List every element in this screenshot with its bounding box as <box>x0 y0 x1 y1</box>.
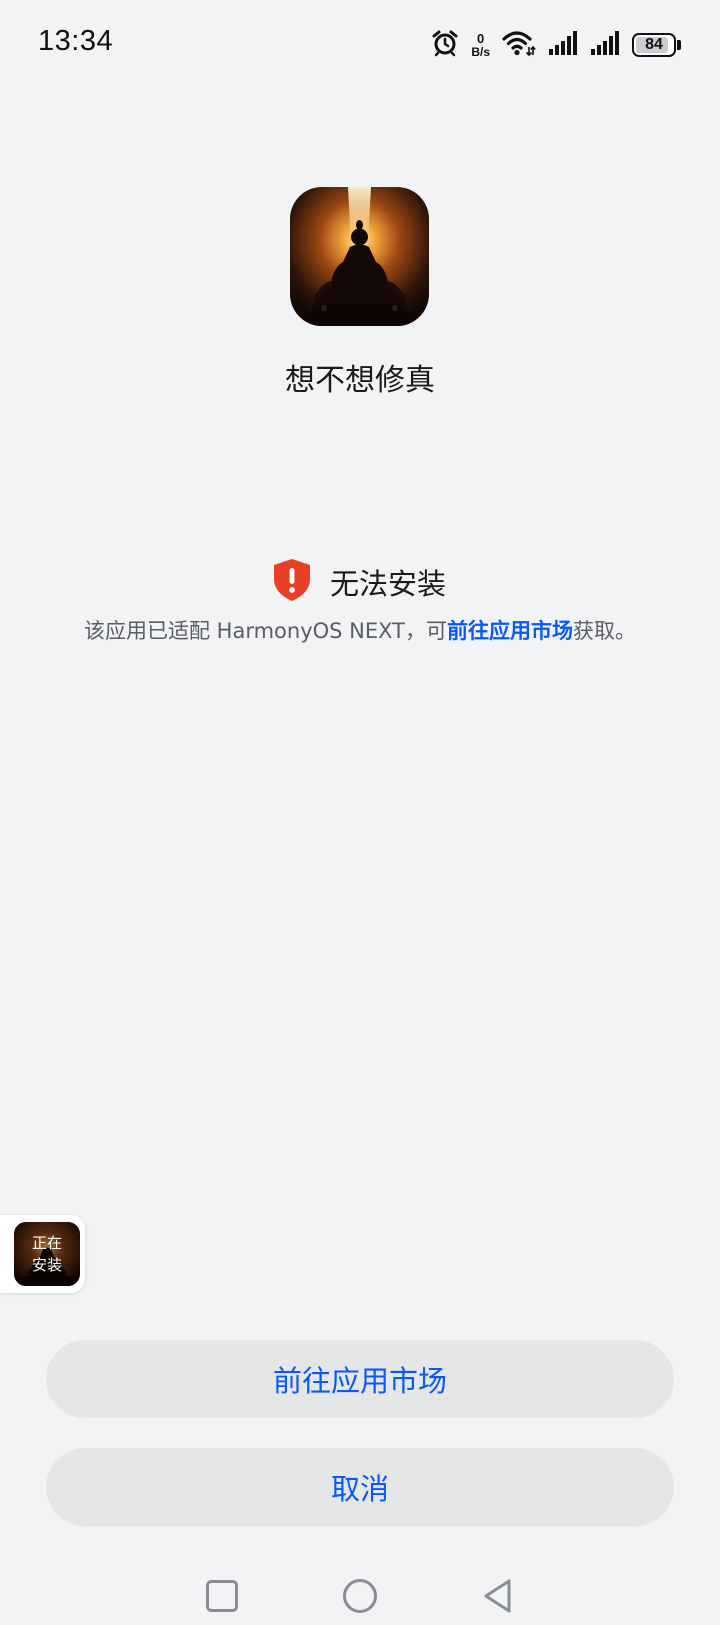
app-name: 想不想修真 <box>285 363 435 398</box>
status-time: 13:34 <box>38 25 114 57</box>
net-speed-indicator: 0 B/s <box>471 32 490 58</box>
net-speed-value: 0 <box>477 31 485 46</box>
install-failed-description: 该应用已适配 HarmonyOS NEXT，可前往应用市场获取。 <box>0 615 720 645</box>
battery-indicator: 84 <box>632 32 682 58</box>
cancel-button[interactable]: 取消 <box>46 1448 674 1526</box>
installing-label: 正在 安装 <box>14 1222 80 1286</box>
description-suffix: 获取。 <box>573 619 636 643</box>
meditating-cultivator-icon <box>290 187 429 326</box>
system-nav-bar <box>0 1560 720 1625</box>
status-bar: 13:34 0 B/s 84 <box>0 0 720 88</box>
app-market-link[interactable]: 前往应用市场 <box>447 619 573 643</box>
battery-body: 84 <box>632 33 676 57</box>
home-circle-icon[interactable] <box>340 1576 380 1616</box>
battery-level: 84 <box>645 36 663 53</box>
signal-icon <box>548 31 578 59</box>
alarm-icon <box>431 29 459 61</box>
signal-icon <box>590 31 620 59</box>
installing-label-line2: 安装 <box>31 1256 62 1274</box>
wifi-icon <box>502 29 536 61</box>
status-icons: 0 B/s 84 <box>431 28 682 62</box>
battery-tip <box>677 40 681 50</box>
install-failed-header: 无法安装 <box>0 558 720 606</box>
shield-exclamation-icon <box>272 558 312 606</box>
description-text: 该应用已适配 HarmonyOS NEXT，可 <box>84 619 447 643</box>
net-speed-unit: B/s <box>471 45 490 59</box>
recents-square-icon[interactable] <box>202 1576 242 1616</box>
installing-float-badge[interactable]: 正在 安装 <box>0 1215 85 1293</box>
go-to-app-market-button[interactable]: 前往应用市场 <box>46 1340 674 1418</box>
install-failed-title: 无法安装 <box>329 567 446 601</box>
back-triangle-icon[interactable] <box>478 1576 518 1616</box>
install-blocked-screen: 13:34 0 B/s 84 想不想修真 无法安装 该应用已适配 Harmony… <box>0 0 720 1625</box>
installing-label-line1: 正在 <box>31 1234 62 1252</box>
